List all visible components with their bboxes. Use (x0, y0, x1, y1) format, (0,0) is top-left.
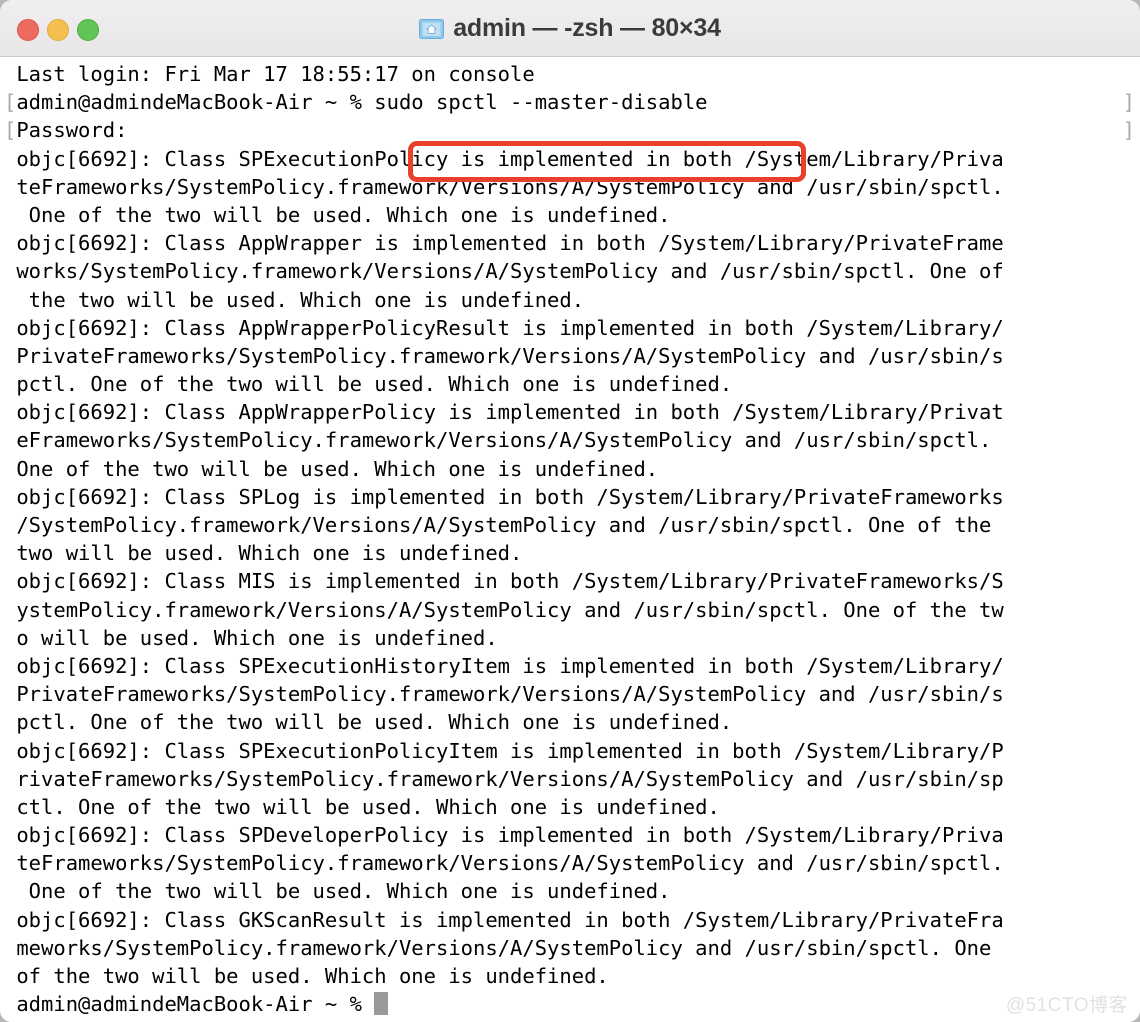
traffic-light-group (17, 19, 99, 41)
terminal-line: works/SystemPolicy.framework/Versions/A/… (4, 259, 1004, 284)
terminal-line: PrivateFrameworks/SystemPolicy.framework… (4, 682, 1004, 707)
block-cursor (374, 992, 389, 1016)
prompt-bracket: [ (4, 118, 17, 143)
terminal-line: objc[6692]: Class GKScanResult is implem… (4, 907, 1004, 932)
terminal-line: objc[6692]: Class SPExecutionPolicyItem … (4, 738, 1004, 763)
terminal-line: of the two will be used. Which one is un… (4, 964, 609, 988)
terminal-line: objc[6692]: Class MIS is implemented in … (4, 569, 1004, 594)
line-end-bracket: ] (1122, 118, 1135, 143)
terminal-line: Last login: Fri Mar 17 18:55:17 on conso… (4, 62, 535, 86)
terminal-line: two will be used. Which one is undefined… (4, 541, 523, 566)
terminal-line: pctl. One of the two will be used. Which… (4, 372, 733, 397)
terminal-line: One of the two will be used. Which one i… (4, 202, 671, 227)
terminal-line: the two will be used. Which one is undef… (4, 287, 585, 312)
terminal-line: o will be used. Which one is undefined. (4, 625, 498, 650)
terminal-line: PrivateFrameworks/SystemPolicy.framework… (4, 343, 1004, 368)
terminal-line: [Password: (4, 118, 128, 143)
terminal-line: ctl. One of the two will be used. Which … (4, 794, 720, 819)
prompt-bracket: [ (4, 90, 17, 115)
terminal-line: objc[6692]: Class SPExecutionPolicy is i… (4, 146, 1004, 171)
terminal-line: One of the two will be used. Which one i… (4, 879, 671, 904)
terminal-line: teFrameworks/SystemPolicy.framework/Vers… (4, 174, 1004, 199)
terminal-line: meworks/SystemPolicy.framework/Versions/… (4, 935, 992, 960)
line-end-bracket: ] (1122, 90, 1135, 115)
terminal-output-area[interactable]: Last login: Fri Mar 17 18:55:17 on conso… (0, 57, 1140, 1022)
home-folder-icon (419, 18, 445, 39)
maximize-window-button[interactable] (77, 19, 99, 41)
terminal-line: teFrameworks/SystemPolicy.framework/Vers… (4, 851, 1004, 876)
terminal-line: pctl. One of the two will be used. Which… (4, 710, 733, 735)
title-bar[interactable]: admin — -zsh — 80×34 (0, 0, 1140, 57)
title-center-group: admin — -zsh — 80×34 (0, 0, 1140, 56)
terminal-window: admin — -zsh — 80×34 Last login: Fri Mar… (0, 0, 1140, 1022)
terminal-line: objc[6692]: Class AppWrapperPolicyResult… (4, 315, 1004, 340)
terminal-line: /SystemPolicy.framework/Versions/A/Syste… (4, 513, 992, 537)
terminal-line: ystemPolicy.framework/Versions/A/SystemP… (4, 597, 1004, 622)
terminal-line: One of the two will be used. Which one i… (4, 456, 659, 481)
close-window-button[interactable] (17, 19, 39, 41)
terminal-line: admin@admindeMacBook-Air ~ % (4, 990, 1140, 1018)
terminal-text: Last login: Fri Mar 17 18:55:17 on conso… (4, 60, 1140, 1018)
terminal-line: objc[6692]: Class AppWrapperPolicy is im… (4, 400, 1004, 425)
terminal-line: eFrameworks/SystemPolicy.framework/Versi… (4, 428, 992, 453)
terminal-line: objc[6692]: Class AppWrapper is implemen… (4, 231, 1004, 256)
terminal-line: objc[6692]: Class SPExecutionHistoryItem… (4, 653, 1004, 678)
window-title: admin — -zsh — 80×34 (453, 13, 721, 42)
terminal-line: objc[6692]: Class SPLog is implemented i… (4, 484, 1004, 509)
watermark: @51CTO博客 (1005, 995, 1128, 1016)
terminal-line: rivateFrameworks/SystemPolicy.framework/… (4, 766, 1004, 791)
terminal-line: objc[6692]: Class SPDeveloperPolicy is i… (4, 823, 1004, 848)
minimize-window-button[interactable] (47, 19, 69, 41)
terminal-line: [admin@admindeMacBook-Air ~ % sudo spctl… (4, 90, 708, 115)
